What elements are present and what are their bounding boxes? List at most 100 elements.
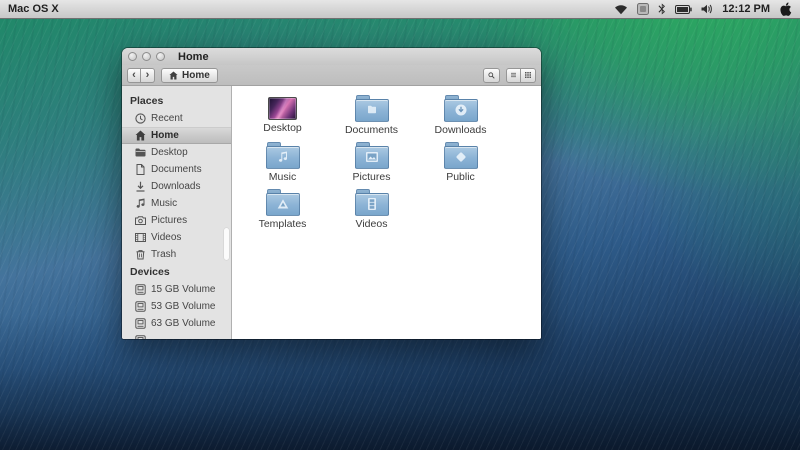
sidebar-item-volume-15gb[interactable]: 15 GB Volume — [122, 281, 231, 298]
sidebar-item-label: Pictures — [151, 215, 187, 226]
window-title: Home — [178, 51, 209, 63]
sidebar-item-label: Home — [151, 130, 179, 141]
close-button[interactable] — [128, 52, 137, 61]
file-label: Documents — [345, 124, 398, 136]
file-grid: Desktop Documents — [238, 95, 541, 236]
home-icon — [169, 71, 178, 80]
sidebar-item-videos[interactable]: Videos — [122, 229, 231, 246]
file-label: Music — [269, 171, 296, 183]
folder-icon — [135, 147, 146, 158]
keyboard-layout-icon[interactable] — [637, 3, 649, 15]
trash-icon — [135, 249, 146, 260]
public-emblem-icon — [455, 151, 467, 163]
forward-button[interactable]: › — [141, 68, 155, 83]
history-nav: ‹ › — [127, 68, 155, 83]
folder-icon-downloads — [444, 95, 478, 122]
file-label: Videos — [356, 218, 388, 230]
sidebar-item-pictures[interactable]: Pictures — [122, 212, 231, 229]
download-icon — [135, 181, 146, 192]
back-button[interactable]: ‹ — [127, 68, 141, 83]
sidebar-item-label: Desktop — [151, 147, 188, 158]
window-titlebar[interactable]: Home — [122, 48, 541, 65]
file-item-public[interactable]: Public — [416, 142, 505, 189]
sidebar-item-home[interactable]: Home — [122, 127, 231, 144]
sidebar-item-volume-63gb[interactable]: 63 GB Volume — [122, 315, 231, 332]
sidebar-item-label: Documents — [151, 164, 202, 175]
menu-clock[interactable]: 12:12 PM — [722, 3, 770, 15]
folder-icon-pictures — [355, 142, 389, 169]
camera-icon — [135, 215, 146, 226]
minimize-button[interactable] — [142, 52, 151, 61]
drive-icon — [135, 301, 146, 312]
sidebar-item-volume-53gb[interactable]: 53 GB Volume — [122, 298, 231, 315]
search-icon — [488, 71, 495, 80]
music-note-icon — [135, 198, 146, 209]
battery-icon[interactable] — [675, 5, 692, 14]
search-button[interactable] — [483, 68, 500, 83]
sidebar-item-music[interactable]: Music — [122, 195, 231, 212]
sidebar-item-label: Recent — [151, 113, 183, 124]
file-item-downloads[interactable]: Downloads — [416, 95, 505, 142]
templates-emblem-icon — [277, 198, 289, 209]
folder-icon-documents — [355, 95, 389, 122]
sidebar-item-label: Videos — [151, 232, 181, 243]
menu-bar: Mac OS X 12:12 PM — [0, 0, 800, 19]
sidebar-scrollbar[interactable] — [224, 228, 229, 260]
devices-header: Devices — [122, 263, 231, 281]
forward-chevron-icon: › — [146, 70, 150, 81]
window-controls — [128, 52, 165, 61]
sidebar-item-documents[interactable]: Documents — [122, 161, 231, 178]
documents-emblem-icon — [366, 104, 378, 116]
maximize-button[interactable] — [156, 52, 165, 61]
sidebar-item-desktop[interactable]: Desktop — [122, 144, 231, 161]
downloads-emblem-icon — [454, 103, 467, 116]
videos-emblem-icon — [367, 197, 376, 210]
file-label: Public — [446, 171, 475, 183]
pictures-emblem-icon — [365, 151, 378, 162]
file-item-desktop[interactable]: Desktop — [238, 95, 327, 142]
sidebar-item-label: Trash — [151, 249, 176, 260]
volume-icon[interactable] — [701, 4, 713, 14]
sidebar-item-label: 63 GB Volume — [151, 318, 215, 329]
places-header: Places — [122, 92, 231, 110]
file-item-music[interactable]: Music — [238, 142, 327, 189]
view-switcher — [506, 68, 536, 83]
sidebar-item-recent[interactable]: Recent — [122, 110, 231, 127]
file-manager-window: Home ‹ › Home — [122, 48, 541, 339]
folder-icon-music — [266, 142, 300, 169]
status-icons: 12:12 PM — [614, 2, 792, 16]
path-home-label: Home — [182, 70, 210, 81]
folder-icon-public — [444, 142, 478, 169]
folder-icon-videos — [355, 189, 389, 216]
home-icon — [135, 130, 146, 141]
sidebar-item-label: 15 GB Volume — [151, 284, 215, 295]
sidebar-item-label: Music — [151, 198, 177, 209]
window-toolbar: ‹ › Home — [122, 65, 541, 86]
file-view[interactable]: Desktop Documents — [232, 86, 541, 339]
file-item-videos[interactable]: Videos — [327, 189, 416, 236]
desktop-thumbnail-icon — [268, 97, 297, 120]
drive-icon — [135, 318, 146, 329]
sidebar-item-downloads[interactable]: Downloads — [122, 178, 231, 195]
list-view-button[interactable] — [506, 68, 521, 83]
bluetooth-icon[interactable] — [658, 3, 666, 15]
file-label: Templates — [259, 218, 307, 230]
list-view-icon — [511, 71, 516, 79]
file-item-pictures[interactable]: Pictures — [327, 142, 416, 189]
wifi-icon[interactable] — [614, 4, 628, 15]
file-item-documents[interactable]: Documents — [327, 95, 416, 142]
sidebar-item-label: 53 GB Volume — [151, 301, 215, 312]
app-menu-title[interactable]: Mac OS X — [8, 3, 59, 15]
apple-logo-icon[interactable] — [779, 2, 792, 16]
sidebar-item-trash[interactable]: Trash — [122, 246, 231, 263]
path-home-button[interactable]: Home — [161, 68, 218, 83]
grid-view-button[interactable] — [521, 68, 536, 83]
back-chevron-icon: ‹ — [132, 70, 136, 81]
file-item-templates[interactable]: Templates — [238, 189, 327, 236]
film-icon — [135, 232, 146, 243]
sidebar-item-label: Downloads — [151, 181, 200, 192]
file-label: Pictures — [353, 171, 391, 183]
sidebar: Places Recent Home Desktop Documents — [122, 86, 232, 339]
sidebar-item-volume-partial[interactable] — [122, 332, 231, 339]
clock-icon — [135, 113, 146, 124]
